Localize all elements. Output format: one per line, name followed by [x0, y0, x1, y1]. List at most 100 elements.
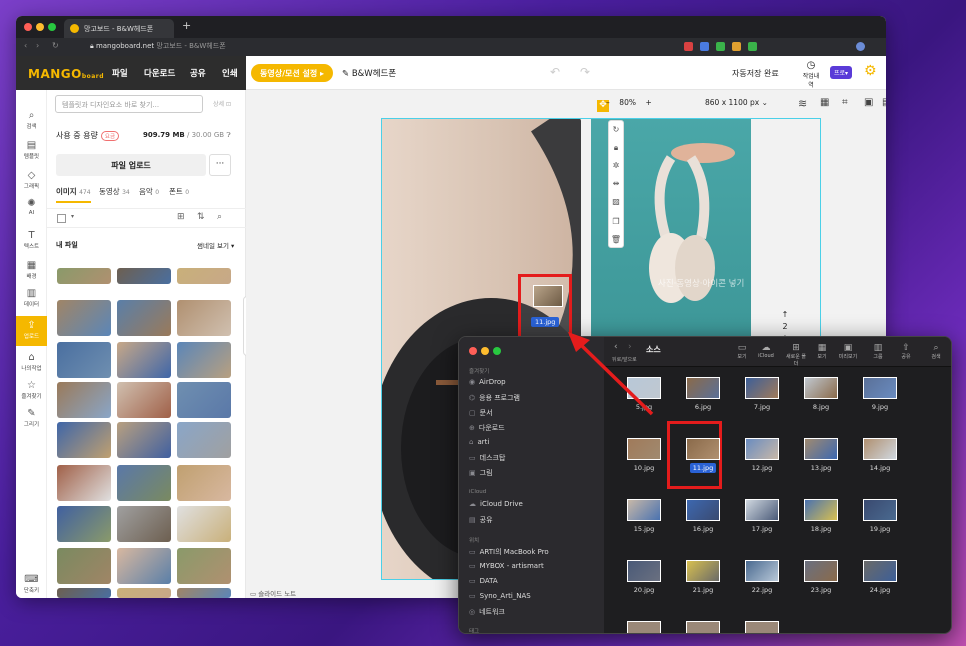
undo-icon[interactable]: ↶ [550, 65, 560, 79]
image-thumbnail[interactable] [117, 342, 171, 378]
preview-icon[interactable]: ▣ [864, 97, 873, 108]
finder-sidebar-item[interactable]: ◎ 네트워크 [469, 607, 505, 617]
reload-icon[interactable]: ↻ [52, 41, 59, 50]
more-options-button[interactable]: ··· [209, 154, 231, 176]
finder-sidebar-item[interactable]: ▭ 데스크탑 [469, 453, 505, 463]
sidebar-item-template[interactable]: ▤ 템플릿 [16, 140, 47, 166]
finder-sidebar-item[interactable]: ▭ MYBOX - artismart [469, 562, 544, 570]
gear-icon[interactable]: ⚙ [864, 63, 877, 79]
finder-file[interactable]: 16.jpg [678, 499, 728, 533]
finder-sidebar-item[interactable]: ⌂ arti [469, 438, 489, 446]
redo-icon[interactable]: ↷ [580, 65, 590, 79]
image-thumbnail[interactable] [57, 588, 111, 598]
finder-file[interactable]: 12.jpg [737, 438, 787, 472]
image-thumbnail[interactable] [177, 342, 231, 378]
pro-badge[interactable]: 프로▾ [830, 66, 853, 79]
sidebar-item-ai[interactable]: ✺ AI [16, 198, 47, 224]
image-thumbnail[interactable] [117, 300, 171, 336]
sidebar-item-text[interactable]: T 텍스트 [16, 230, 47, 256]
finder-file[interactable]: 21.jpg [678, 560, 728, 594]
image-thumbnail[interactable] [117, 422, 171, 458]
sidebar-item-favorite[interactable]: ☆ 즐겨찾기 [16, 380, 47, 406]
extension-icon[interactable] [748, 42, 757, 51]
forward-icon[interactable]: › [628, 342, 632, 352]
chevron-down-icon[interactable]: ▾ [71, 213, 74, 220]
finder-sidebar-item[interactable]: ▢ 문서 [469, 408, 493, 418]
forward-icon[interactable]: › [36, 41, 39, 50]
image-thumbnail[interactable] [117, 588, 171, 598]
finder-sidebar-item[interactable]: ▣ 그림 [469, 468, 493, 478]
image-thumbnail[interactable] [57, 382, 111, 418]
image-thumbnail[interactable] [177, 506, 231, 542]
zoom-control[interactable]: – 80% + [606, 98, 652, 107]
close-window-button[interactable] [24, 23, 32, 31]
zoom-window-button[interactable] [48, 23, 56, 31]
finder-minimize-button[interactable] [481, 347, 489, 355]
copy-icon[interactable]: ❐ [609, 217, 623, 226]
profile-avatar[interactable] [856, 42, 865, 51]
finder-sidebar-item[interactable]: ▭ ARTI의 MacBook Pro [469, 547, 549, 557]
finder-toolbar-button[interactable]: ⊞ 새로운 폴더 [784, 343, 808, 367]
back-icon[interactable]: ‹ [24, 41, 27, 50]
finder-toolbar-button[interactable]: ▦ 보기 [810, 343, 834, 360]
image-thumbnail[interactable] [57, 465, 111, 501]
lock-icon[interactable]: 🔒︎ [609, 143, 623, 153]
extension-icon[interactable] [716, 42, 725, 51]
document-title[interactable]: ✎ B&W헤드폰 [342, 67, 396, 79]
finder-file[interactable]: 14.jpg [855, 438, 905, 472]
image-thumbnail[interactable] [57, 548, 111, 584]
image-thumbnail[interactable] [57, 268, 111, 284]
finder-file[interactable]: 5.jpg [619, 377, 669, 411]
finder-file[interactable] [678, 621, 728, 633]
pages-icon[interactable]: ▤ [882, 97, 886, 108]
sidebar-item-search[interactable]: ⌕ 검색 [16, 110, 47, 136]
image-thumbnail[interactable] [117, 506, 171, 542]
menu-print[interactable]: 인쇄 [222, 67, 238, 79]
finder-toolbar-button[interactable]: ⇧ 공유 [894, 343, 918, 360]
finder-sidebar-item[interactable]: ☁ iCloud Drive [469, 500, 523, 508]
finder-toolbar-button[interactable]: ▣ 미리보기 [836, 343, 860, 360]
mango-logo[interactable]: MANGOboard [28, 67, 104, 81]
new-folder-icon[interactable]: ⊞ [177, 212, 185, 222]
image-thumbnail[interactable] [177, 465, 231, 501]
crop-icon[interactable]: ⌗ [842, 97, 848, 108]
image-thumbnail[interactable] [117, 382, 171, 418]
finder-zoom-button[interactable] [493, 347, 501, 355]
finder-file[interactable] [619, 621, 669, 633]
finder-sidebar-item[interactable]: ▭ DATA [469, 577, 498, 585]
finder-sidebar-item[interactable]: ⊕ 다운로드 [469, 423, 505, 433]
finder-file[interactable]: 13.jpg [796, 438, 846, 472]
search-input[interactable]: 템플릿과 디자인요소 바로 찾기... [55, 95, 203, 113]
menu-download[interactable]: 다운로드 [144, 67, 175, 79]
finder-sidebar-item[interactable]: ▭ Syno_Arti_NAS [469, 592, 531, 600]
image-thumbnail[interactable] [177, 548, 231, 584]
finder-file[interactable]: 24.jpg [855, 560, 905, 594]
image-thumbnail[interactable] [117, 548, 171, 584]
image-thumbnail[interactable] [177, 422, 231, 458]
flip-icon[interactable]: ⇹ [609, 179, 623, 188]
layers-icon[interactable]: ≋ [798, 97, 807, 110]
image-thumbnail[interactable] [57, 422, 111, 458]
shortcuts-button[interactable]: ⌨ 단축키 [16, 574, 47, 594]
tab-images[interactable]: 이미지 474 [56, 186, 91, 197]
thumbnail-view-dropdown[interactable]: 썸네일 보기 ▾ [197, 240, 234, 250]
sidebar-item-graphic[interactable]: ◇ 그래픽 [16, 170, 47, 196]
sidebar-item-background[interactable]: ▦ 배경 [16, 260, 47, 286]
file-upload-button[interactable]: 파일 업로드 [56, 154, 206, 176]
finder-sidebar-item[interactable]: ▤ 공유 [469, 515, 493, 525]
image-edit-icon[interactable]: ▨ [609, 197, 623, 206]
finder-file[interactable]: 15.jpg [619, 499, 669, 533]
image-thumbnail[interactable] [177, 268, 231, 284]
detail-search-button[interactable]: 상세 ⊡ [213, 99, 231, 108]
history-button[interactable]: ◷ 작업내역 [800, 60, 822, 89]
sidebar-item-draw[interactable]: ✎ 그리기 [16, 408, 47, 434]
video-motion-button[interactable]: 동영상/모션 설정 ▸ [251, 64, 334, 82]
image-thumbnail[interactable] [57, 342, 111, 378]
sidebar-item-data[interactable]: ▥ 데이터 [16, 288, 47, 314]
rotate-icon[interactable]: ↻ [609, 125, 623, 134]
finder-file[interactable]: 20.jpg [619, 560, 669, 594]
finder-file[interactable]: 6.jpg [678, 377, 728, 411]
finder-toolbar-button[interactable]: ⌕ 검색 [924, 343, 948, 360]
menu-file[interactable]: 파일 [112, 67, 128, 79]
tab-music[interactable]: 음악 0 [139, 186, 159, 197]
